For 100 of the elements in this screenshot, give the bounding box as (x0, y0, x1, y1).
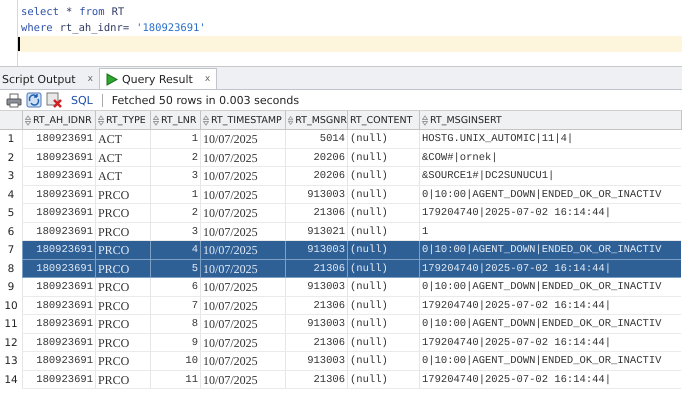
table-cell: 180923691 (22, 370, 95, 389)
table-cell: 0|10:00|AGENT_DOWN|ENDED_OK_OR_INACTIV (419, 186, 681, 204)
table-cell: 179204740|2025-07-02 16:14:44| (419, 370, 681, 389)
table-cell: (null) (347, 278, 419, 296)
table-cell: 180923691 (22, 148, 95, 167)
table-cell: 11 (150, 370, 200, 389)
table-row[interactable]: 5 180923691 PRCO 2 10/07/2025 21306 (null) 179204740|2025-07-02 16:14:44| (0, 204, 682, 222)
table-cell: 3 (150, 167, 200, 186)
table-cell: 21306 (285, 260, 347, 278)
table-cell: 180923691 (22, 130, 95, 148)
table-cell: 180923691 (22, 260, 95, 278)
table-cell: (null) (347, 296, 419, 315)
table-cell: 10/07/2025 (200, 167, 285, 186)
table-cell: 180923691 (22, 167, 95, 186)
table-cell: 180923691 (22, 241, 95, 260)
table-row[interactable]: 4 180923691 PRCO 1 10/07/2025 913003 (null) 0|10:00|AGENT_DOWN|ENDED_OK_OR_INACTIV (0, 186, 682, 204)
table-row[interactable]: 2 180923691 ACT 2 10/07/2025 20206 (null) &COW#|ornek| (0, 148, 682, 167)
table-cell: 0|10:00|AGENT_DOWN|ENDED_OK_OR_INACTIV (419, 315, 681, 334)
table-cell: 0|10:00|AGENT_DOWN|ENDED_OK_OR_INACTIV (419, 278, 681, 296)
table-cell: 179204740|2025-07-02 16:14:44| (419, 204, 681, 222)
table-cell: 2 (150, 148, 200, 167)
table-cell: 2 (150, 204, 200, 222)
table-cell: PRCO (95, 352, 150, 370)
sort-icon (203, 114, 209, 126)
table-cell: 20206 (285, 148, 347, 167)
table-cell: PRCO (95, 315, 150, 334)
table-cell: 10/07/2025 (200, 204, 285, 222)
table-row[interactable]: 8 180923691 PRCO 5 10/07/2025 21306 (null) 179204740|2025-07-02 16:14:44| (0, 260, 682, 278)
table-cell: 10/07/2025 (200, 278, 285, 296)
table-cell: (null) (347, 130, 419, 148)
table-cell: ACT (95, 130, 150, 148)
table-cell: &SOURCE1#|DC2SUNUCU1| (419, 167, 681, 186)
table-cell: 913003 (285, 241, 347, 260)
table-cell: (null) (347, 352, 419, 370)
table-row[interactable]: 10 180923691 PRCO 7 10/07/2025 21306 (null) 179204740|2025-07-02 16:14:44| (0, 296, 682, 315)
column-header[interactable]: RT_MSGNR (285, 111, 347, 129)
table-row[interactable]: 3 180923691 ACT 3 10/07/2025 20206 (null) &SOURCE1#|DC2SUNUCU1| (0, 167, 682, 186)
table-cell: HOSTG.UNIX_AUTOMIC|11|4| (419, 130, 681, 148)
table-cell: 180923691 (22, 334, 95, 352)
table-cell: 10/07/2025 (200, 334, 285, 352)
play-icon (106, 72, 118, 86)
table-cell: 10/07/2025 (200, 148, 285, 167)
close-icon[interactable]: x (204, 74, 210, 84)
printer-icon[interactable] (6, 92, 22, 108)
sql-link[interactable]: SQL (71, 94, 93, 106)
table-row[interactable]: 11 180923691 PRCO 8 10/07/2025 913003 (null) 0|10:00|AGENT_DOWN|ENDED_OK_OR_INACTIV (0, 315, 682, 334)
table-cell: (null) (347, 204, 419, 222)
table-cell: 0|10:00|AGENT_DOWN|ENDED_OK_OR_INACTIV (419, 352, 681, 370)
table-cell: &COW#|ornek| (419, 148, 681, 167)
table-cell: (null) (347, 260, 419, 278)
table-cell: (null) (347, 315, 419, 334)
table-cell: 913003 (285, 186, 347, 204)
sort-icon (153, 114, 159, 126)
table-cell: 10/07/2025 (200, 186, 285, 204)
delete-icon[interactable] (46, 92, 63, 108)
table-cell: 913003 (285, 278, 347, 296)
table-cell: 9 (150, 334, 200, 352)
table-cell: 0|10:00|AGENT_DOWN|ENDED_OK_OR_INACTIV (419, 241, 681, 260)
code-token: RT (112, 5, 124, 20)
result-tab[interactable]: Script Output x (0, 69, 99, 89)
table-cell: 21306 (285, 370, 347, 389)
sort-icon (98, 114, 104, 126)
table-cell: (null) (347, 370, 419, 389)
table-cell: (null) (347, 148, 419, 167)
table-cell: 179204740|2025-07-02 16:14:44| (419, 334, 681, 352)
result-tab[interactable]: Query Result x (98, 68, 218, 89)
table-cell: 10/07/2025 (200, 130, 285, 148)
table-row[interactable]: 1 180923691 ACT 1 10/07/2025 5014 (null) HOSTG.UNIX_AUTOMIC|11|4| (0, 130, 682, 148)
table-cell: 180923691 (22, 186, 95, 204)
close-icon[interactable]: x (88, 74, 93, 84)
table-cell: 180923691 (22, 278, 95, 296)
table-cell: 21306 (285, 296, 347, 315)
sort-icon (288, 114, 294, 126)
table-cell: 21306 (285, 204, 347, 222)
table-cell: 7 (150, 296, 200, 315)
table-cell: PRCO (95, 296, 150, 315)
table-row[interactable]: 14 180923691 PRCO 11 10/07/2025 21306 (null) 179204740|2025-07-02 16:14:44| (0, 370, 682, 389)
table-cell: 913003 (285, 352, 347, 370)
table-cell: 8 (150, 315, 200, 334)
sort-icon (25, 114, 31, 126)
table-row[interactable]: 13 180923691 PRCO 10 10/07/2025 913003 (null) 0|10:00|AGENT_DOWN|ENDED_OK_OR_INACTIV (0, 352, 682, 370)
table-cell: 180923691 (22, 352, 95, 370)
table-cell: 21306 (285, 334, 347, 352)
table-cell: 1 (150, 186, 200, 204)
table-cell: PRCO (95, 204, 150, 222)
table-cell: (null) (347, 167, 419, 186)
code-token: * (66, 5, 72, 20)
table-cell: 10 (150, 352, 200, 370)
table-row[interactable]: 12 180923691 PRCO 9 10/07/2025 21306 (null) 179204740|2025-07-02 16:14:44| (0, 334, 682, 352)
table-cell: PRCO (95, 334, 150, 352)
table-row[interactable]: 7 180923691 PRCO 4 10/07/2025 913003 (null) 0|10:00|AGENT_DOWN|ENDED_OK_OR_INACTIV (0, 241, 682, 260)
table-cell: PRCO (95, 260, 150, 278)
table-cell: 10/07/2025 (200, 315, 285, 334)
table-cell: 20206 (285, 167, 347, 186)
code-token: '180923691' (136, 21, 206, 36)
table-cell: 179204740|2025-07-02 16:14:44| (419, 260, 681, 278)
table-cell: PRCO (95, 241, 150, 260)
table-row[interactable]: 9 180923691 PRCO 6 10/07/2025 913003 (null) 0|10:00|AGENT_DOWN|ENDED_OK_OR_INACTIV (0, 278, 682, 296)
refresh-icon[interactable] (26, 92, 42, 108)
table-cell: ACT (95, 148, 150, 167)
